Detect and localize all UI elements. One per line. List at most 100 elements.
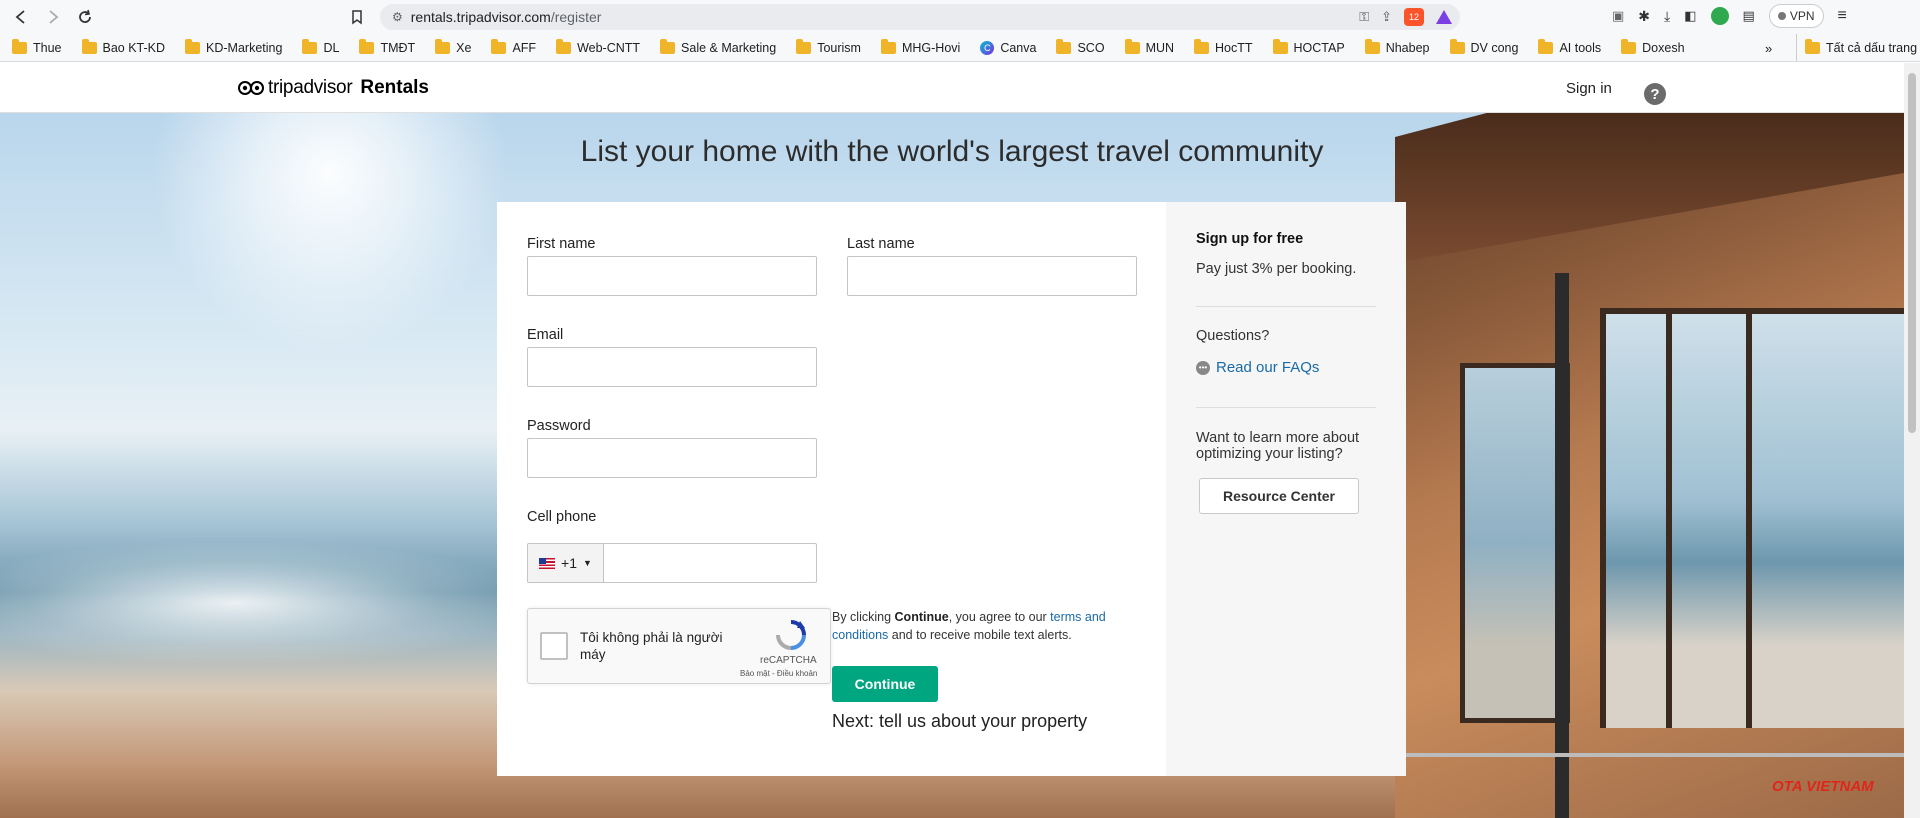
scrollbar-thumb[interactable] <box>1908 73 1916 433</box>
screenshot-ext-icon[interactable]: ▣ <box>1612 8 1624 24</box>
profile-ext-icon[interactable] <box>1710 7 1729 25</box>
bookmark-item[interactable]: KD-Marketing <box>185 38 283 55</box>
folder-icon <box>12 38 27 54</box>
forward-icon[interactable] <box>40 4 66 30</box>
bookmark-label: HocTT <box>1215 40 1253 55</box>
bookmark-label: Canva <box>1000 40 1037 55</box>
browser-toolbar: ⚙ rentals.tripadvisor.com/register ⚿ ⇪ 1… <box>0 0 1920 34</box>
site-info-icon[interactable]: ⚙ <box>392 10 403 24</box>
bookmarks-overflow-button[interactable]: » <box>1765 34 1772 61</box>
help-icon[interactable]: ? <box>1644 83 1666 105</box>
first-name-field[interactable] <box>527 256 817 296</box>
menu-icon[interactable]: ≡ <box>1838 7 1847 25</box>
all-bookmarks-label: Tất cả dấu trang <box>1826 41 1918 55</box>
resource-center-button[interactable]: Resource Center <box>1199 478 1359 514</box>
questions-text: Questions? <box>1196 328 1270 344</box>
tripadvisor-rentals-logo[interactable]: tripadvisor Rentals <box>238 77 429 99</box>
sea-glare <box>0 543 520 663</box>
recaptcha-privacy-terms[interactable]: Bảo mật - Điều khoản <box>740 669 817 678</box>
us-flag-icon <box>539 557 556 569</box>
brave-rewards-icon[interactable] <box>1436 10 1452 24</box>
reload-icon[interactable] <box>72 4 98 30</box>
logo-brand: tripadvisor <box>268 77 353 98</box>
recaptcha-checkbox[interactable] <box>540 632 568 660</box>
folder-icon <box>81 38 97 54</box>
folder-icon <box>1621 38 1637 54</box>
learn-more-text: Want to learn more about optimizing your… <box>1196 430 1360 462</box>
bookmark-item[interactable]: Tourism <box>796 38 861 55</box>
bookmarks-list: Thue Bao KT-KD KD-Marketing DL TMĐT Xe AFF Web-… <box>12 38 1705 55</box>
country-code: +1 <box>561 555 578 571</box>
bookmark-label: MHG-Hovi <box>901 40 961 55</box>
sidebar-icon[interactable]: ◧ <box>1684 8 1696 24</box>
bookmark-item[interactable]: Sale & Marketing <box>660 38 776 55</box>
email-field[interactable] <box>527 347 817 387</box>
bookmark-item[interactable]: MUN <box>1124 38 1175 55</box>
country-code-dropdown[interactable]: +1 ▼ <box>528 544 604 582</box>
bookmark-item[interactable]: DV cong <box>1449 38 1518 55</box>
faq-link[interactable]: Read our FAQs <box>1216 359 1319 376</box>
bookmark-item[interactable]: TMĐT <box>359 38 415 55</box>
folder-icon <box>1272 38 1288 54</box>
back-icon[interactable] <box>8 4 34 30</box>
brave-shields-icon[interactable]: 12 <box>1404 8 1424 26</box>
bookmark-label: AI tools <box>1559 40 1602 55</box>
bookmark-item[interactable]: Web-CNTT <box>556 38 641 55</box>
extensions-icon[interactable]: ✱ <box>1638 8 1650 25</box>
bookmark-item[interactable]: HOCTAP <box>1272 38 1345 55</box>
bookmark-label: AFF <box>512 40 537 55</box>
folder-icon <box>1056 38 1072 54</box>
bookmark-item[interactable]: Bao KT-KD <box>81 38 166 55</box>
password-key-icon[interactable]: ⚿ <box>1359 9 1369 25</box>
folder-icon <box>660 38 676 54</box>
page-scrollbar[interactable] <box>1904 63 1920 818</box>
watermark: OTA VIETNAM <box>1772 778 1874 795</box>
signup-card: First name Last name Email Password Cell… <box>497 202 1406 776</box>
house-window-small <box>1460 363 1570 723</box>
folder-icon <box>556 38 572 54</box>
bookmark-item[interactable]: Xe <box>435 38 471 55</box>
cell-phone-input-group: +1 ▼ <box>527 543 817 583</box>
hero-section: OTA VIETNAM List your home with the worl… <box>0 113 1904 818</box>
first-name-label: First name <box>527 236 596 252</box>
bookmark-page-icon[interactable] <box>344 4 370 30</box>
download-icon[interactable]: ⤓ <box>1664 8 1670 25</box>
last-name-field[interactable] <box>847 256 1137 296</box>
vpn-button[interactable]: VPN <box>1768 4 1824 28</box>
all-bookmarks-button[interactable]: Tất cả dấu trang <box>1796 34 1918 61</box>
page-title: List your home with the world's largest … <box>580 135 1324 168</box>
share-icon[interactable]: ⇪ <box>1381 9 1392 25</box>
divider <box>1196 407 1376 408</box>
folder-icon <box>1364 38 1380 54</box>
bookmark-item[interactable]: HocTT <box>1194 38 1253 55</box>
cell-phone-field[interactable] <box>604 544 816 582</box>
bookmark-item[interactable]: Nhabep <box>1364 38 1430 55</box>
bookmark-label: Bao KT-KD <box>102 40 166 55</box>
password-label: Password <box>527 418 591 434</box>
folder-icon <box>1124 38 1140 54</box>
folder-icon <box>880 38 896 54</box>
continue-button[interactable]: Continue <box>832 666 938 702</box>
divider <box>1196 306 1376 307</box>
bookmark-label: MUN <box>1145 40 1175 55</box>
sign-in-link[interactable]: Sign in <box>1566 80 1612 97</box>
password-field[interactable] <box>527 438 817 478</box>
folder-icon <box>185 38 201 54</box>
bookmark-item[interactable]: Thue <box>12 38 62 55</box>
bookmark-item[interactable]: DL <box>302 38 339 55</box>
address-bar[interactable]: ⚙ rentals.tripadvisor.com/register ⚿ ⇪ 1… <box>380 4 1460 30</box>
bookmark-item[interactable]: Doxesh <box>1621 38 1685 55</box>
signup-sidebar: Sign up for free Pay just 3% per booking… <box>1166 202 1406 776</box>
folder-icon <box>1449 38 1465 54</box>
email-label: Email <box>527 327 564 343</box>
bookmark-item[interactable]: AI tools <box>1538 38 1602 55</box>
bookmark-item[interactable]: MHG-Hovi <box>880 38 961 55</box>
bookmark-label: Web-CNTT <box>577 40 641 55</box>
bookmark-item[interactable]: AFF <box>491 38 537 55</box>
faq-row: ••• Read our FAQs <box>1196 359 1319 376</box>
bookmark-item[interactable]: C Canva <box>980 40 1037 55</box>
signup-heading: Sign up for free <box>1196 231 1304 247</box>
bookmark-label: KD-Marketing <box>206 40 283 55</box>
bookmark-item[interactable]: SCO <box>1056 38 1105 55</box>
wallet-icon[interactable]: ▤ <box>1743 8 1755 24</box>
